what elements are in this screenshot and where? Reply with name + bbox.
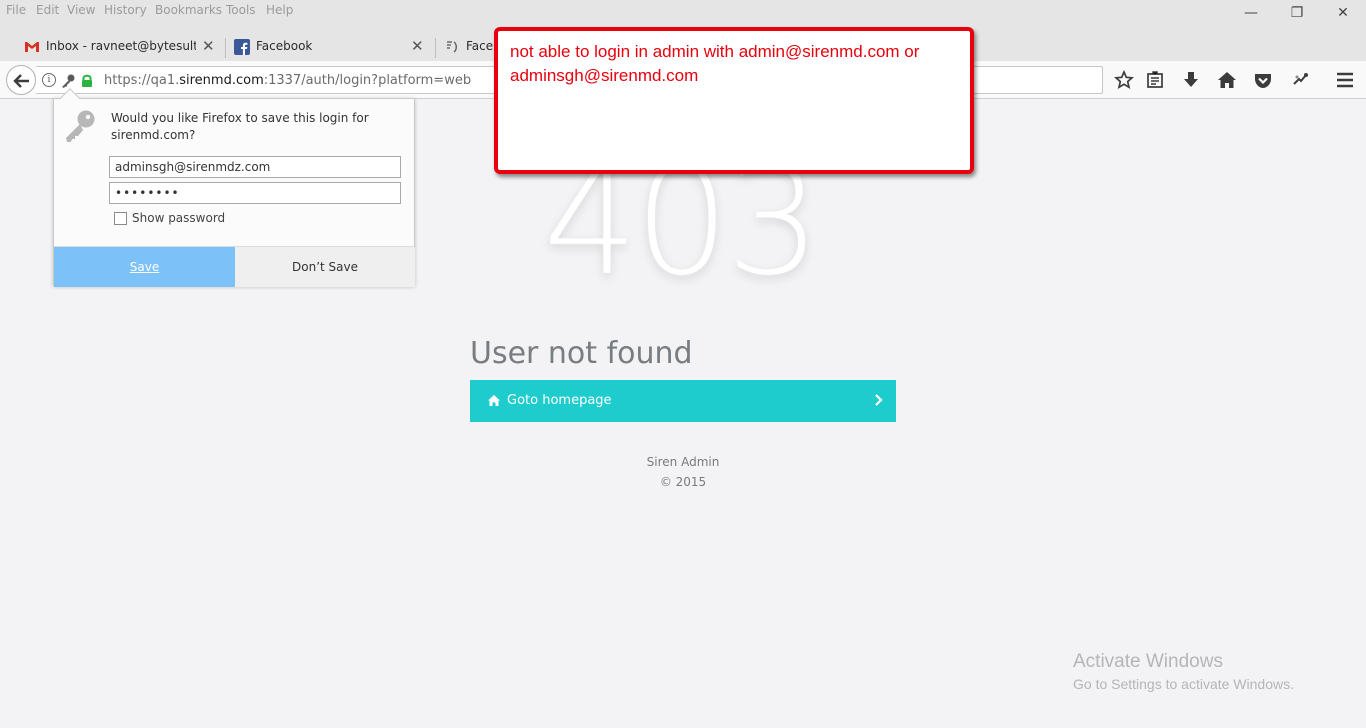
menu-tools[interactable]: Tools	[226, 3, 256, 17]
lock-icon[interactable]	[80, 73, 94, 89]
back-arrow-icon	[13, 74, 29, 88]
tab-label: Face	[466, 39, 494, 53]
close-tab-icon[interactable]: ✕	[202, 37, 215, 55]
key-icon[interactable]	[60, 73, 76, 89]
back-button[interactable]	[6, 65, 36, 95]
error-message: User not found	[470, 336, 693, 371]
activate-windows-subtitle: Go to Settings to activate Windows.	[1073, 676, 1294, 692]
menu-edit[interactable]: Edit	[36, 3, 59, 17]
facebook-icon	[234, 39, 250, 55]
bookmark-star-icon[interactable]	[1114, 70, 1134, 90]
menu-file[interactable]: File	[6, 3, 26, 17]
username-field[interactable]: adminsgh@sirenmdz.com	[109, 156, 401, 178]
activate-windows-title: Activate Windows	[1073, 651, 1223, 672]
loading-icon	[447, 41, 457, 53]
goto-homepage-button[interactable]: Goto homepage	[470, 380, 896, 422]
annotation-text: not able to login in admin with admin@si…	[510, 42, 920, 85]
password-field[interactable]: ••••••••	[109, 182, 401, 204]
dont-save-button[interactable]: Don’t Save	[235, 247, 415, 287]
tab-label: Inbox - ravneet@bytesultra.c	[46, 39, 196, 53]
menu-help[interactable]: Help	[266, 3, 293, 17]
popup-button-row: Save Don’t Save	[54, 246, 415, 287]
show-password-label[interactable]: Show password	[132, 211, 225, 225]
show-password-checkbox[interactable]	[114, 212, 127, 225]
menu-bar: File Edit View History Bookmarks Tools H…	[0, 0, 1366, 24]
key-icon	[66, 110, 95, 142]
menu-view[interactable]: View	[67, 3, 95, 17]
save-button[interactable]: Save	[54, 247, 235, 287]
reading-list-icon[interactable]	[1145, 70, 1165, 90]
site-info-icon[interactable]: i	[42, 73, 56, 87]
home-icon[interactable]	[1217, 70, 1237, 90]
close-tab-icon[interactable]: ✕	[411, 37, 424, 55]
close-window-button[interactable]: ✕	[1320, 2, 1366, 24]
restore-button[interactable]: ❐	[1274, 2, 1320, 24]
pocket-icon[interactable]	[1253, 70, 1273, 90]
save-login-popup: Would you like Firefox to save this logi…	[53, 88, 415, 287]
footer-app-name: Siren Admin	[646, 455, 720, 469]
menu-bookmarks[interactable]: Bookmarks	[155, 3, 222, 17]
goto-homepage-label: Goto homepage	[507, 393, 612, 408]
menu-history[interactable]: History	[104, 3, 147, 17]
chevron-right-icon	[875, 394, 883, 406]
tab-facebook[interactable]: Facebook ✕	[234, 34, 426, 61]
download-icon[interactable]	[1181, 70, 1201, 90]
tab-inbox[interactable]: Inbox - ravneet@bytesultra.c ✕	[24, 34, 219, 61]
minimize-button[interactable]: —	[1228, 2, 1274, 24]
gmail-icon	[25, 42, 39, 52]
footer-copyright: © 2015	[659, 475, 707, 489]
tab-label: Facebook	[256, 39, 313, 53]
home-icon	[488, 395, 500, 406]
extension-icon[interactable]	[1291, 70, 1311, 90]
annotation-callout: not able to login in admin with admin@si…	[494, 27, 974, 174]
menu-hamburger-icon[interactable]	[1335, 70, 1355, 90]
url-text[interactable]: https://qa1.sirenmd.com:1337/auth/login?…	[104, 73, 471, 88]
save-login-question: Would you like Firefox to save this logi…	[111, 111, 369, 142]
